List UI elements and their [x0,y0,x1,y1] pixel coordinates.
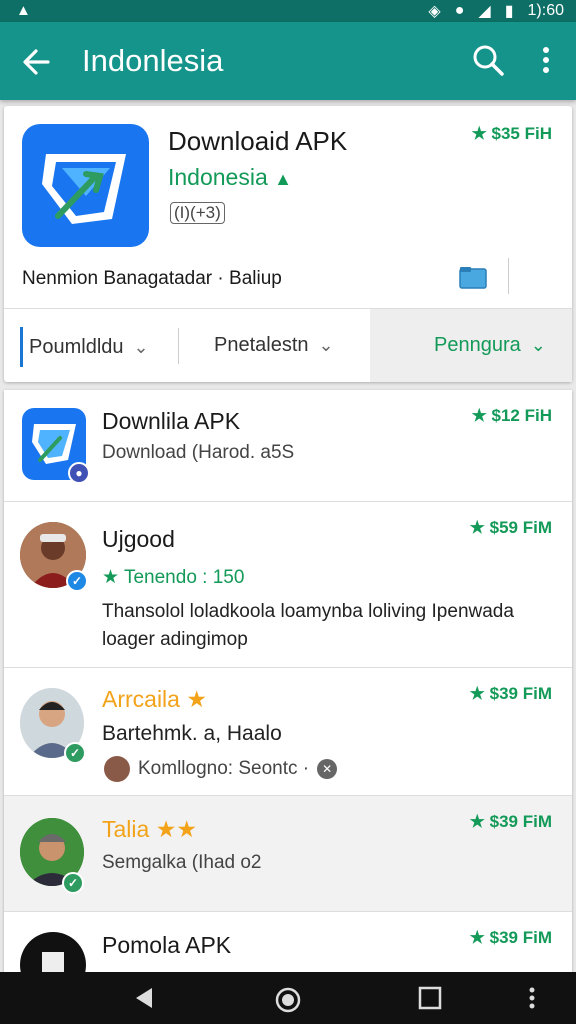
status-time: 1):60 [527,2,564,19]
app-price: ★ $35 FiH [471,124,552,143]
more-nav-icon[interactable] [526,986,538,1010]
verified-check-icon: ✓ [62,872,84,894]
filter-dropdown-2[interactable]: Pnetalestn ⌄ [214,309,374,382]
divider [178,328,179,364]
more-options-icon[interactable] [532,42,560,78]
verified-check-icon: ✓ [64,742,86,764]
item-title-text: Arrcaila [102,686,180,712]
item-title: Pomola APK [102,932,232,958]
developer-label: Nenmion Banagatadar · Baliup [22,268,282,289]
back-arrow-icon[interactable] [18,42,58,82]
filter-label: Pnetalestn [214,334,309,356]
app-bar: Indonlesia [0,22,576,100]
send-plane-icon [42,154,126,224]
meta-text: Komllogno: Seontc · [138,758,310,779]
chevron-down-icon: ⌄ [133,336,149,357]
back-nav-icon[interactable] [132,986,156,1010]
verified-check-icon: ✓ [66,570,88,592]
item-price: ★ $39 FiM [469,812,552,831]
item-title-text: Talia [102,816,150,842]
star-icon: ★ [186,686,207,712]
app-subtitle-text: Indonesia [168,164,268,190]
star-icon: ★★ [155,816,197,842]
item-title: Talia ★★ [102,816,197,843]
search-icon[interactable] [470,42,506,78]
small-avatar [104,756,130,782]
chevron-down-icon: ⌄ [318,335,334,355]
list-item[interactable]: ✓ Ujgood ★ Tenendo : 150 Thansolol lolad… [4,502,572,668]
close-icon[interactable]: ✕ [317,759,338,779]
list-item[interactable]: ● Downlila APK Download (Harod. a5S ★ $1… [4,390,572,502]
notification-icon: ▲ [16,2,31,19]
app-subtitle: Indonesia ▲ [168,164,292,191]
filter-label: Poumldldu [29,335,124,358]
list-item[interactable]: ✓ Talia ★★ Semgalka (Ihad o2 ★ $39 FiM [4,796,572,912]
filter-dropdown-1[interactable]: Poumldldu ⌄ [20,327,178,367]
star-icon: ★ [102,567,120,588]
item-price: ★ $59 FiM [469,518,552,537]
filter-dropdown-3[interactable]: Penngura ⌄ [370,309,572,382]
item-rating: ★ Tenendo : 150 [102,566,244,589]
item-subtitle: Download (Harod. a5S [102,442,295,463]
app-icon[interactable] [22,124,149,247]
item-price: ★ $39 FiM [469,928,552,947]
item-title: Arrcaila ★ [102,686,207,713]
verified-badge-icon: ● [68,462,90,484]
item-description: Thansolol loladkoola loamynba loliving I… [102,601,514,650]
item-price: ★ $39 FiM [469,684,552,703]
app-title: Downloaid APK [168,126,348,156]
bookmark-icon: ▲ [274,169,292,189]
chevron-down-icon: ⌄ [530,335,546,355]
item-subtitle: Semgalka (Ihad o2 [102,852,262,873]
location-icon: ◈ [428,3,441,20]
filter-label: Penngura [434,334,521,356]
app-header-card: Downloaid APK Indonesia ▲ (I)(+3) ★ $35 … [4,106,572,382]
app-list: ● Downlila APK Download (Harod. a5S ★ $1… [4,390,572,990]
sync-icon: ● [454,2,465,19]
rating-text: Tenendo : 150 [123,567,245,588]
battery-icon: ▮ [504,3,514,20]
folder-icon[interactable] [458,264,488,290]
list-item[interactable]: ✓ Arrcaila ★ Bartehmk. a, Haalo Komllogn… [4,668,572,796]
signal-icon: ◢ [478,3,491,20]
page-title: Indonlesia [82,43,224,78]
item-price: ★ $12 FiH [471,406,552,425]
content-rating-badge: (I)(+3) [170,202,225,224]
status-bar: ▲ ◈ ● ◢ ▮ 1):60 [0,0,576,22]
divider [508,258,509,294]
app-icon: ● [22,408,90,484]
item-title: Downlila APK [102,408,241,434]
home-nav-icon[interactable] [274,986,302,1014]
system-nav-bar [0,972,576,1024]
item-title: Ujgood [102,526,175,552]
recents-nav-icon[interactable] [418,986,442,1010]
item-meta: Komllogno: Seontc · ✕ [104,756,338,782]
item-subtitle: Bartehmk. a, Haalo [102,722,282,745]
